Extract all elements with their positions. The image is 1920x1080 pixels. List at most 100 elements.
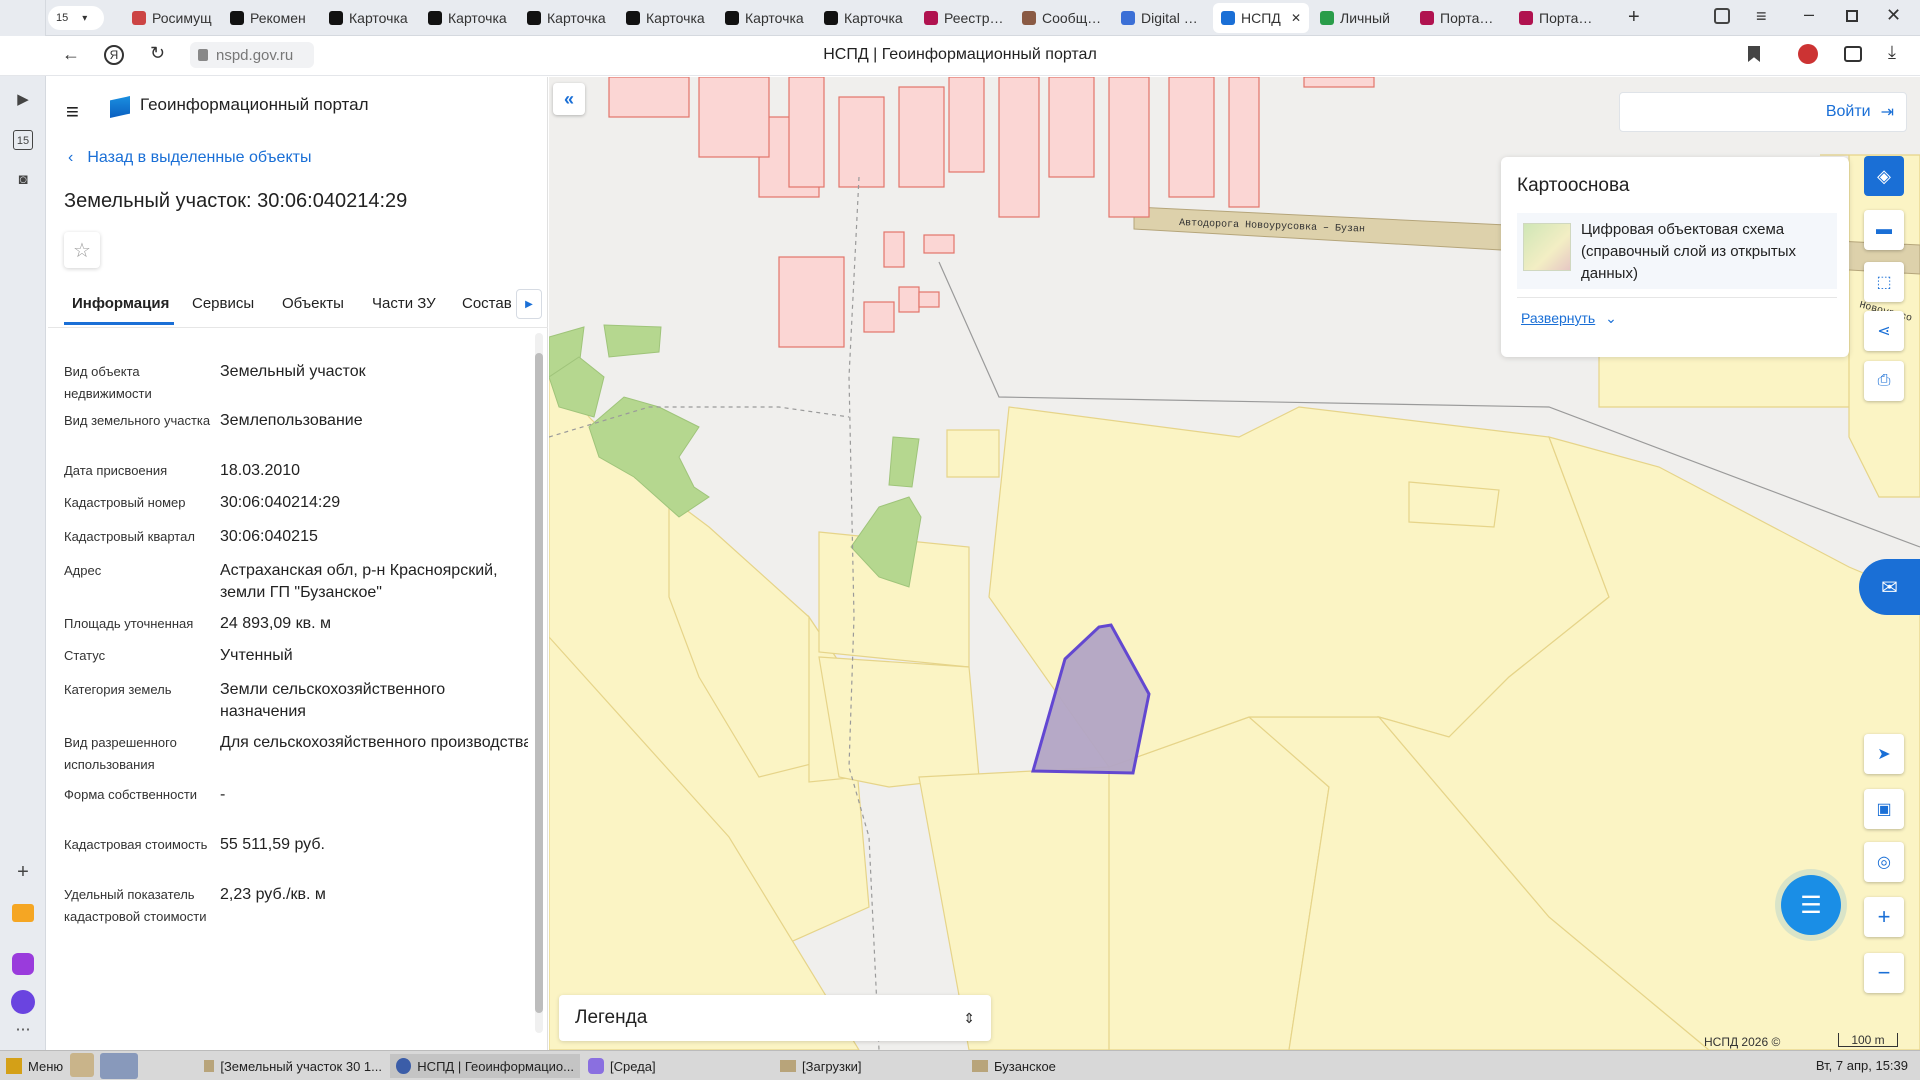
browser-tab[interactable]: Реестр ф [916, 3, 1012, 33]
browser-tab[interactable]: Росимущ [124, 3, 220, 33]
layers-button[interactable]: ◈ [1864, 156, 1904, 196]
attribute-value: Учтенный [220, 647, 293, 664]
file-manager-launcher[interactable] [70, 1053, 94, 1077]
browser-tab[interactable]: Сообщен [1014, 3, 1110, 33]
tab-label: Портал Р [1440, 10, 1500, 26]
expand-link[interactable]: Развернуть ⌄ [1521, 310, 1617, 327]
extension-icon[interactable] [1798, 44, 1818, 64]
panel-scrollbar[interactable] [535, 333, 543, 1033]
feedback-button[interactable]: ✉ [1859, 559, 1920, 615]
start-menu-label: Меню [28, 1058, 64, 1074]
object-info-panel: ≡ Геоинформационный портал ‹ Назад в выд… [48, 77, 548, 1050]
url-field[interactable]: nspd.gov.ru [190, 42, 314, 68]
tab-counter[interactable]: 15 ▾ [48, 6, 104, 30]
browser-tab[interactable]: Портал Р [1511, 3, 1607, 33]
close-tab-icon[interactable]: ✕ [1291, 11, 1301, 25]
browser-tab[interactable]: Карточка [519, 3, 615, 33]
mail-icon[interactable] [12, 904, 34, 922]
browser-tab[interactable]: Карточка [618, 3, 714, 33]
legend-bar[interactable]: Легенда ⇕ [559, 995, 991, 1041]
attribute-label: Вид разрешенного использования [64, 735, 177, 772]
taskbar-window-browser[interactable]: НСПД | Геоинформацио... [390, 1054, 580, 1078]
zoom-in-button[interactable]: + [1864, 897, 1904, 937]
attribute-value: 30:06:040215 [220, 528, 318, 545]
chat-icon: ☰ [1800, 891, 1822, 919]
browser-tab[interactable]: Карточка [420, 3, 516, 33]
attribute-label: Вид земельного участка [64, 413, 211, 428]
browser-tab[interactable]: НСПД ✕ [1213, 3, 1309, 33]
attribute-list: Вид объекта недвижимости Земельный участо… [48, 77, 528, 1050]
attribute-row: Удельный показатель кадастровой стоимост… [64, 884, 528, 928]
minimize-button[interactable]: – [1804, 4, 1814, 25]
taskbar-window-sreda[interactable]: [Среда] [582, 1054, 772, 1078]
tab-label: Реестр ф [944, 10, 1004, 26]
taskbar-window-folder[interactable]: [Земельный участок 30 1... [198, 1054, 388, 1078]
minus-icon: − [1877, 960, 1891, 985]
browser-tab[interactable]: Личный [1312, 3, 1408, 33]
history-icon[interactable] [13, 10, 33, 30]
attribute-label: Вид объекта недвижимости [64, 364, 152, 401]
map-parcel [946, 429, 1000, 478]
basemap-title: Картооснова [1517, 175, 1630, 196]
yandex-icon[interactable]: Я [104, 45, 124, 65]
attribute-row: Адрес Астраханская обл, р-н Красноярский,… [64, 560, 528, 604]
print-button[interactable]: ⎙ [1864, 361, 1904, 401]
tab-favicon-icon [1022, 11, 1036, 25]
back-icon[interactable]: ← [62, 44, 80, 65]
building [898, 86, 945, 188]
taskbar-window-downloads[interactable]: [Загрузки] [774, 1054, 964, 1078]
login-button[interactable]: Войти ⇥ [1619, 92, 1907, 132]
bookmark-icon[interactable] [1748, 46, 1760, 62]
geolocation-button[interactable]: ◎ [1864, 842, 1904, 882]
attribute-label: Кадастровый номер [64, 495, 186, 510]
browser-tab[interactable]: Карточка [321, 3, 417, 33]
zoom-out-button[interactable]: − [1864, 953, 1904, 993]
scale-bar: 100 m [1838, 1033, 1898, 1047]
browser-tab[interactable]: Портал Р [1412, 3, 1508, 33]
attribute-value: Для сельскохозяйственного производства [220, 734, 528, 751]
maximize-button[interactable] [1846, 10, 1858, 22]
downloads-icon[interactable]: ⤓ [1888, 42, 1896, 63]
chat-button[interactable]: ☰ [1781, 875, 1841, 935]
map-view[interactable]: Автодорога Новоурусовка – Бузан Новоурус… [549, 77, 1920, 1050]
locate-button[interactable]: ➤ [1864, 734, 1904, 774]
measure-button[interactable]: ▬ [1864, 210, 1904, 250]
collections-icon[interactable] [1714, 8, 1730, 24]
extensions-icon[interactable] [1844, 46, 1862, 62]
minimap-button[interactable]: ▣ [1864, 789, 1904, 829]
browser-tab[interactable]: Карточка [717, 3, 813, 33]
basemap-item[interactable]: Цифровая объектовая схема (справочный сл… [1517, 213, 1837, 289]
album-icon[interactable]: ◙ [13, 170, 33, 190]
scale-label: 100 m [1851, 1033, 1885, 1047]
scrollbar-thumb[interactable] [535, 353, 543, 1013]
yandex-browser-icon [396, 1058, 412, 1074]
add-icon[interactable]: + [13, 862, 33, 882]
folder-icon [204, 1060, 215, 1072]
attribute-row: Вид земельного участка Землепользование [64, 410, 528, 432]
taskbar-window-buzanskoe[interactable]: Бузанское [966, 1054, 1156, 1078]
reload-icon[interactable]: ↻ [150, 43, 165, 64]
browser-tab[interactable]: Digital De [1113, 3, 1209, 33]
calendar-icon[interactable]: 15 [13, 130, 33, 150]
browser-launcher[interactable] [100, 1053, 138, 1079]
alice-icon[interactable] [11, 990, 35, 1014]
collapse-panel-button[interactable]: « [553, 83, 585, 115]
select-area-button[interactable]: ⬚ [1864, 262, 1904, 302]
app-icon[interactable] [12, 953, 34, 975]
attribute-label: Форма собственности [64, 787, 198, 802]
share-button[interactable]: ⋖ [1864, 311, 1904, 351]
attribute-row: Форма собственности - [64, 784, 528, 806]
tab-label: НСПД [1241, 10, 1281, 26]
play-icon[interactable]: ▶ [13, 90, 33, 110]
tab-label: Карточка [844, 10, 903, 26]
legend-label: Легенда [575, 1007, 648, 1028]
start-menu-button[interactable]: Меню [0, 1054, 70, 1078]
browser-tab[interactable]: Карточка [816, 3, 912, 33]
close-window-button[interactable]: ✕ [1886, 5, 1901, 26]
login-label: Войти [1825, 103, 1871, 120]
new-tab-button[interactable]: + [1628, 6, 1640, 29]
chevron-down-icon: ▾ [82, 12, 88, 24]
menu-icon[interactable]: ≡ [1756, 6, 1767, 27]
browser-tab[interactable]: Рекомен [222, 3, 318, 33]
more-icon[interactable]: ⋯ [13, 1020, 33, 1040]
